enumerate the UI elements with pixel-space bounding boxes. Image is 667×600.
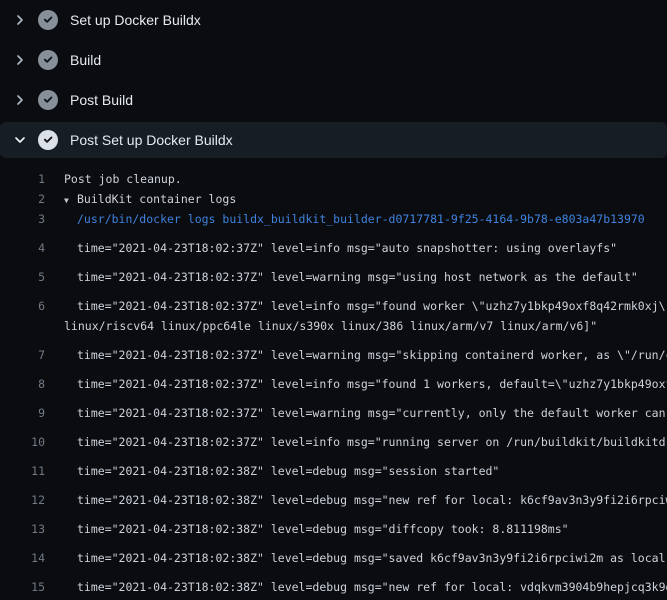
log-text: /usr/bin/docker logs buildx_buildkit_bui… bbox=[77, 209, 645, 229]
line-number[interactable]: 11 bbox=[0, 461, 45, 481]
step-row[interactable]: Post Build bbox=[0, 80, 667, 120]
log-line: 9 time="2021-04-23T18:02:37Z" level=warn… bbox=[0, 394, 667, 423]
log-text: time="2021-04-23T18:02:37Z" level=info m… bbox=[77, 432, 667, 452]
log-line: 13 time="2021-04-23T18:02:38Z" level=deb… bbox=[0, 510, 667, 539]
chevron-icon bbox=[12, 52, 28, 68]
log-text: time="2021-04-23T18:02:37Z" level=info m… bbox=[77, 238, 617, 258]
check-circle-icon bbox=[38, 130, 58, 150]
chevron-icon bbox=[12, 92, 28, 108]
log-line: 4 time="2021-04-23T18:02:37Z" level=info… bbox=[0, 229, 667, 258]
log-text: linux/riscv64 linux/ppc64le linux/s390x … bbox=[64, 316, 597, 336]
line-number[interactable]: 7 bbox=[0, 345, 45, 365]
log-text: time="2021-04-23T18:02:37Z" level=info m… bbox=[77, 296, 667, 316]
line-number[interactable]: 12 bbox=[0, 490, 45, 510]
log-text: time="2021-04-23T18:02:37Z" level=warnin… bbox=[77, 267, 638, 287]
check-circle-icon bbox=[38, 10, 58, 30]
step-title: Build bbox=[70, 52, 101, 68]
chevron-icon bbox=[12, 132, 28, 148]
line-number[interactable]: 1 bbox=[0, 169, 45, 189]
line-number[interactable]: 9 bbox=[0, 403, 45, 423]
chevron-icon bbox=[12, 12, 28, 28]
log-line: 15 time="2021-04-23T18:02:38Z" level=deb… bbox=[0, 568, 667, 597]
log-line: 14 time="2021-04-23T18:02:38Z" level=deb… bbox=[0, 539, 667, 568]
line-number[interactable]: 5 bbox=[0, 267, 45, 287]
log-text: time="2021-04-23T18:02:38Z" level=debug … bbox=[77, 577, 667, 597]
log-line: 8 time="2021-04-23T18:02:37Z" level=info… bbox=[0, 365, 667, 394]
log-line: linux/riscv64 linux/ppc64le linux/s390x … bbox=[0, 316, 667, 336]
log-text: time="2021-04-23T18:02:37Z" level=warnin… bbox=[77, 403, 667, 423]
log-line: 3 /usr/bin/docker logs buildx_buildkit_b… bbox=[0, 209, 667, 229]
line-number[interactable]: 13 bbox=[0, 519, 45, 539]
line-number[interactable]: 4 bbox=[0, 238, 45, 258]
log-line: 1 Post job cleanup. bbox=[0, 169, 667, 189]
log-viewer: 1 Post job cleanup. 2 ▼ BuildKit contain… bbox=[0, 160, 667, 600]
log-text[interactable]: BuildKit container logs bbox=[77, 189, 236, 209]
line-number[interactable]: 10 bbox=[0, 432, 45, 452]
line-number[interactable]: 8 bbox=[0, 374, 45, 394]
log-line: 2 ▼ BuildKit container logs bbox=[0, 189, 667, 209]
log-text: time="2021-04-23T18:02:38Z" level=debug … bbox=[77, 490, 667, 510]
line-number[interactable]: 3 bbox=[0, 209, 45, 229]
log-text: time="2021-04-23T18:02:37Z" level=warnin… bbox=[77, 345, 667, 365]
line-number[interactable]: 14 bbox=[0, 548, 45, 568]
step-row[interactable]: Build bbox=[0, 40, 667, 80]
log-line: 5 time="2021-04-23T18:02:37Z" level=warn… bbox=[0, 258, 667, 287]
log-line: 10 time="2021-04-23T18:02:37Z" level=inf… bbox=[0, 423, 667, 452]
log-text: time="2021-04-23T18:02:38Z" level=debug … bbox=[77, 519, 569, 539]
line-number[interactable]: 15 bbox=[0, 577, 45, 597]
log-line: 11 time="2021-04-23T18:02:38Z" level=deb… bbox=[0, 452, 667, 481]
step-title: Post Set up Docker Buildx bbox=[70, 132, 233, 148]
steps-list: Set up Docker Buildx Build Post Build bbox=[0, 0, 667, 158]
log-line: 7 time="2021-04-23T18:02:37Z" level=warn… bbox=[0, 336, 667, 365]
line-number[interactable]: 2 bbox=[0, 189, 45, 209]
step-row[interactable]: Post Set up Docker Buildx bbox=[0, 122, 667, 158]
check-circle-icon bbox=[38, 90, 58, 110]
group-toggle-icon[interactable]: ▼ bbox=[64, 191, 77, 209]
log-text: time="2021-04-23T18:02:38Z" level=debug … bbox=[77, 548, 667, 568]
check-circle-icon bbox=[38, 50, 58, 70]
step-title: Post Build bbox=[70, 92, 133, 108]
line-number[interactable]: 6 bbox=[0, 296, 45, 316]
log-line: 6 time="2021-04-23T18:02:37Z" level=info… bbox=[0, 287, 667, 316]
log-text: Post job cleanup. bbox=[64, 169, 182, 189]
step-title: Set up Docker Buildx bbox=[70, 12, 201, 28]
log-line: 12 time="2021-04-23T18:02:38Z" level=deb… bbox=[0, 481, 667, 510]
log-text: time="2021-04-23T18:02:37Z" level=info m… bbox=[77, 374, 667, 394]
log-text: time="2021-04-23T18:02:38Z" level=debug … bbox=[77, 461, 499, 481]
step-row[interactable]: Set up Docker Buildx bbox=[0, 0, 667, 40]
